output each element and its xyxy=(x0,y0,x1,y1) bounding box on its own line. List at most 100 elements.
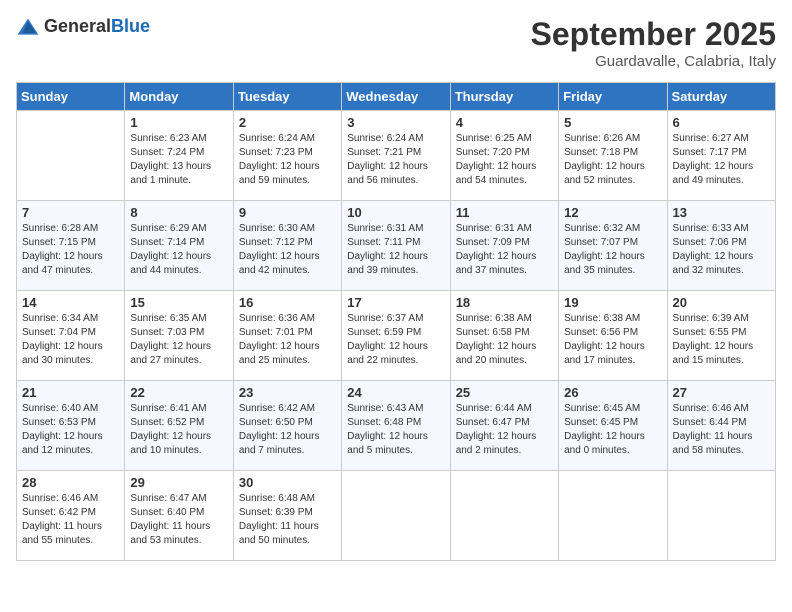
cell-daylight-info: Sunrise: 6:24 AM Sunset: 7:23 PM Dayligh… xyxy=(239,132,336,188)
calendar-table: SundayMondayTuesdayWednesdayThursdayFrid… xyxy=(16,82,776,561)
cell-daylight-info: Sunrise: 6:38 AM Sunset: 6:58 PM Dayligh… xyxy=(456,312,553,368)
cell-daylight-info: Sunrise: 6:31 AM Sunset: 7:09 PM Dayligh… xyxy=(456,222,553,278)
day-number: 2 xyxy=(239,115,336,130)
calendar-cell: 1Sunrise: 6:23 AM Sunset: 7:24 PM Daylig… xyxy=(125,111,233,201)
day-number: 15 xyxy=(130,295,227,310)
calendar-cell: 22 Sunrise: 6:41 AM Sunset: 6:52 PM Dayli… xyxy=(125,381,233,471)
cell-daylight-info: Sunrise: 6:29 AM Sunset: 7:14 PM Dayligh… xyxy=(130,222,227,278)
cell-daylight-info: Sunrise: 6:45 AM Sunset: 6:45 PM Dayligh… xyxy=(564,402,661,458)
calendar-cell: 4 Sunrise: 6:25 AM Sunset: 7:20 PM Daylig… xyxy=(450,111,558,201)
cell-daylight-info: Sunrise: 6:30 AM Sunset: 7:12 PM Dayligh… xyxy=(239,222,336,278)
day-number: 7 xyxy=(22,205,119,220)
calendar-cell: 16Sunrise: 6:36 AM Sunset: 7:01 PM Dayli… xyxy=(233,291,341,381)
cell-daylight-info: Sunrise: 6:24 AM Sunset: 7:21 PM Dayligh… xyxy=(347,132,444,188)
day-number: 27 xyxy=(673,385,770,400)
column-header-wednesday: Wednesday xyxy=(342,83,450,111)
calendar-cell: 6 Sunrise: 6:27 AM Sunset: 7:17 PM Daylig… xyxy=(667,111,775,201)
calendar-week-row: 14 Sunrise: 6:34 AM Sunset: 7:04 PM Dayli… xyxy=(17,291,776,381)
cell-daylight-info: Sunrise: 6:23 AM Sunset: 7:24 PM Dayligh… xyxy=(130,132,227,188)
day-number: 5 xyxy=(564,115,661,130)
cell-daylight-info: Sunrise: 6:44 AM Sunset: 6:47 PM Dayligh… xyxy=(456,402,553,458)
cell-daylight-info: Sunrise: 6:25 AM Sunset: 7:20 PM Dayligh… xyxy=(456,132,553,188)
calendar-cell: 26 Sunrise: 6:45 AM Sunset: 6:45 PM Dayli… xyxy=(559,381,667,471)
column-header-tuesday: Tuesday xyxy=(233,83,341,111)
calendar-cell xyxy=(17,111,125,201)
calendar-cell xyxy=(559,471,667,561)
calendar-cell: 24Sunrise: 6:43 AM Sunset: 6:48 PM Dayli… xyxy=(342,381,450,471)
calendar-cell: 12 Sunrise: 6:32 AM Sunset: 7:07 PM Dayli… xyxy=(559,201,667,291)
cell-daylight-info: Sunrise: 6:48 AM Sunset: 6:39 PM Dayligh… xyxy=(239,492,336,548)
day-number: 8 xyxy=(130,205,227,220)
calendar-cell xyxy=(667,471,775,561)
calendar-cell: 23Sunrise: 6:42 AM Sunset: 6:50 PM Dayli… xyxy=(233,381,341,471)
location-subtitle: Guardavalle, Calabria, Italy xyxy=(531,53,776,70)
calendar-cell: 2 Sunrise: 6:24 AM Sunset: 7:23 PM Daylig… xyxy=(233,111,341,201)
day-number: 3 xyxy=(347,115,444,130)
cell-daylight-info: Sunrise: 6:37 AM Sunset: 6:59 PM Dayligh… xyxy=(347,312,444,368)
cell-daylight-info: Sunrise: 6:28 AM Sunset: 7:15 PM Dayligh… xyxy=(22,222,119,278)
title-block: September 2025 Guardavalle, Calabria, It… xyxy=(531,16,776,70)
day-number: 4 xyxy=(456,115,553,130)
day-number: 20 xyxy=(673,295,770,310)
logo-general-text: General xyxy=(44,16,111,36)
calendar-cell: 9 Sunrise: 6:30 AM Sunset: 7:12 PM Daylig… xyxy=(233,201,341,291)
day-number: 14 xyxy=(22,295,119,310)
calendar-cell: 30 Sunrise: 6:48 AM Sunset: 6:39 PM Dayli… xyxy=(233,471,341,561)
cell-daylight-info: Sunrise: 6:38 AM Sunset: 6:56 PM Dayligh… xyxy=(564,312,661,368)
cell-daylight-info: Sunrise: 6:34 AM Sunset: 7:04 PM Dayligh… xyxy=(22,312,119,368)
day-number: 29 xyxy=(130,475,227,490)
day-number: 19 xyxy=(564,295,661,310)
calendar-cell: 21 Sunrise: 6:40 AM Sunset: 6:53 PM Dayli… xyxy=(17,381,125,471)
column-header-thursday: Thursday xyxy=(450,83,558,111)
calendar-cell: 11 Sunrise: 6:31 AM Sunset: 7:09 PM Dayli… xyxy=(450,201,558,291)
day-number: 28 xyxy=(22,475,119,490)
day-number: 16 xyxy=(239,295,336,310)
day-number: 22 xyxy=(130,385,227,400)
calendar-cell: 18 Sunrise: 6:38 AM Sunset: 6:58 PM Dayli… xyxy=(450,291,558,381)
cell-daylight-info: Sunrise: 6:33 AM Sunset: 7:06 PM Dayligh… xyxy=(673,222,770,278)
calendar-week-row: 28Sunrise: 6:46 AM Sunset: 6:42 PM Dayli… xyxy=(17,471,776,561)
calendar-header-row: SundayMondayTuesdayWednesdayThursdayFrid… xyxy=(17,83,776,111)
cell-daylight-info: Sunrise: 6:26 AM Sunset: 7:18 PM Dayligh… xyxy=(564,132,661,188)
day-number: 6 xyxy=(673,115,770,130)
column-header-sunday: Sunday xyxy=(17,83,125,111)
page-header: GeneralBlue September 2025 Guardavalle, … xyxy=(16,16,776,70)
calendar-cell: 20 Sunrise: 6:39 AM Sunset: 6:55 PM Dayli… xyxy=(667,291,775,381)
cell-daylight-info: Sunrise: 6:35 AM Sunset: 7:03 PM Dayligh… xyxy=(130,312,227,368)
day-number: 18 xyxy=(456,295,553,310)
day-number: 13 xyxy=(673,205,770,220)
calendar-cell: 14 Sunrise: 6:34 AM Sunset: 7:04 PM Dayli… xyxy=(17,291,125,381)
day-number: 11 xyxy=(456,205,553,220)
logo-icon xyxy=(16,17,40,37)
calendar-cell xyxy=(450,471,558,561)
cell-daylight-info: Sunrise: 6:40 AM Sunset: 6:53 PM Dayligh… xyxy=(22,402,119,458)
calendar-cell: 27 Sunrise: 6:46 AM Sunset: 6:44 PM Dayli… xyxy=(667,381,775,471)
calendar-cell: 8 Sunrise: 6:29 AM Sunset: 7:14 PM Daylig… xyxy=(125,201,233,291)
month-year-title: September 2025 xyxy=(531,16,776,53)
day-number: 17 xyxy=(347,295,444,310)
day-number: 9 xyxy=(239,205,336,220)
column-header-monday: Monday xyxy=(125,83,233,111)
day-number: 24 xyxy=(347,385,444,400)
cell-daylight-info: Sunrise: 6:31 AM Sunset: 7:11 PM Dayligh… xyxy=(347,222,444,278)
calendar-cell: 17 Sunrise: 6:37 AM Sunset: 6:59 PM Dayli… xyxy=(342,291,450,381)
calendar-cell: 10Sunrise: 6:31 AM Sunset: 7:11 PM Dayli… xyxy=(342,201,450,291)
cell-daylight-info: Sunrise: 6:39 AM Sunset: 6:55 PM Dayligh… xyxy=(673,312,770,368)
calendar-cell: 28Sunrise: 6:46 AM Sunset: 6:42 PM Dayli… xyxy=(17,471,125,561)
calendar-cell: 15 Sunrise: 6:35 AM Sunset: 7:03 PM Dayli… xyxy=(125,291,233,381)
day-number: 26 xyxy=(564,385,661,400)
cell-daylight-info: Sunrise: 6:32 AM Sunset: 7:07 PM Dayligh… xyxy=(564,222,661,278)
calendar-cell xyxy=(342,471,450,561)
day-number: 12 xyxy=(564,205,661,220)
day-number: 21 xyxy=(22,385,119,400)
calendar-cell: 13 Sunrise: 6:33 AM Sunset: 7:06 PM Dayli… xyxy=(667,201,775,291)
cell-daylight-info: Sunrise: 6:27 AM Sunset: 7:17 PM Dayligh… xyxy=(673,132,770,188)
calendar-cell: 7 Sunrise: 6:28 AM Sunset: 7:15 PM Daylig… xyxy=(17,201,125,291)
cell-daylight-info: Sunrise: 6:46 AM Sunset: 6:44 PM Dayligh… xyxy=(673,402,770,458)
cell-daylight-info: Sunrise: 6:47 AM Sunset: 6:40 PM Dayligh… xyxy=(130,492,227,548)
calendar-week-row: 1Sunrise: 6:23 AM Sunset: 7:24 PM Daylig… xyxy=(17,111,776,201)
cell-daylight-info: Sunrise: 6:41 AM Sunset: 6:52 PM Dayligh… xyxy=(130,402,227,458)
day-number: 30 xyxy=(239,475,336,490)
cell-daylight-info: Sunrise: 6:42 AM Sunset: 6:50 PM Dayligh… xyxy=(239,402,336,458)
calendar-cell: 5 Sunrise: 6:26 AM Sunset: 7:18 PM Daylig… xyxy=(559,111,667,201)
